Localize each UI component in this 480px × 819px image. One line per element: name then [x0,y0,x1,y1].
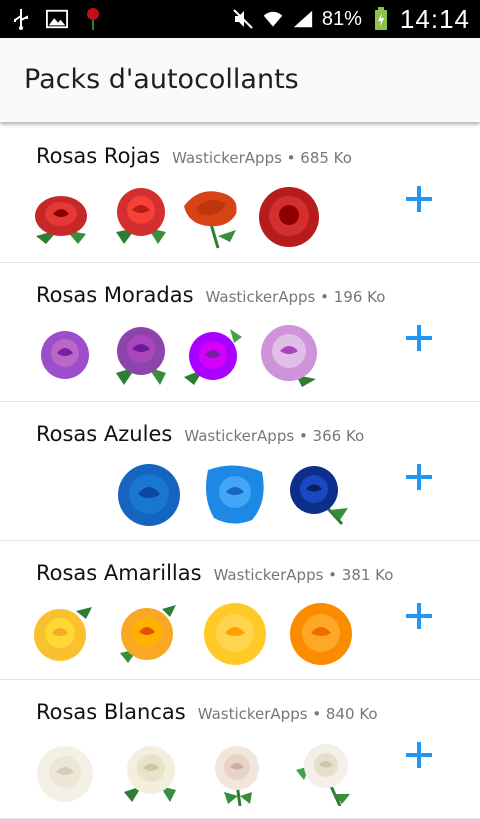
rose-sticker [296,744,350,806]
rose-sticker [41,331,89,379]
clock: 14:14 [399,3,470,34]
sticker-pack-row[interactable]: Rosas Azules WastickerApps • 366 Ko [0,402,480,541]
rose-sticker [116,327,166,385]
sticker-pack-row[interactable]: Rosas Amarillas WastickerApps • 381 Ko [0,541,480,680]
add-pack-button[interactable] [406,464,432,490]
rose-sticker [204,603,266,665]
image-icon [46,8,68,30]
rose-sticker [118,464,180,526]
pack-meta: WastickerApps • 840 Ko [197,705,378,723]
sticker-pack-row[interactable]: Rosas Moradas WastickerApps • 196 Ko [0,263,480,402]
rose-sticker [290,603,352,665]
sticker-pack-row[interactable]: Rosas Rojas WastickerApps • 685 Ko [0,124,480,263]
pack-name: Rosas Azules [36,422,173,446]
app-bar: Packs d'autocollants [0,38,480,122]
wifi-icon [262,8,284,30]
pack-header: Rosas Azules WastickerApps • 366 Ko [36,422,364,446]
sticker-pack-row[interactable]: Rosas Blancas WastickerApps • 840 Ko [0,680,480,819]
page-title: Packs d'autocollants [24,64,299,95]
pack-name: Rosas Amarillas [36,561,202,585]
pack-meta: WastickerApps • 366 Ko [184,427,365,445]
pack-name: Rosas Moradas [36,283,194,307]
rose-sticker [206,465,264,524]
pack-name: Rosas Blancas [36,700,186,724]
add-pack-button[interactable] [406,325,432,351]
pack-name: Rosas Rojas [36,144,161,168]
signal-icon [292,8,314,30]
add-pack-button[interactable] [406,186,432,212]
system-icons: 81% 14:14 [232,0,470,38]
add-pack-button[interactable] [406,742,432,768]
pack-meta: WastickerApps • 196 Ko [205,288,386,306]
notification-icons [10,0,104,38]
sticker-pack-list: Rosas Rojas WastickerApps • 685 Ko Rosas… [0,124,480,819]
battery-percent: 81% [321,7,362,30]
pack-header: Rosas Amarillas WastickerApps • 381 Ko [36,561,393,585]
rose-sticker [261,325,317,387]
pack-header: Rosas Moradas WastickerApps • 196 Ko [36,283,385,307]
rose-sticker [290,466,348,526]
rose-notification-icon [82,8,104,30]
rose-sticker [37,746,93,802]
rose-sticker [124,746,176,802]
rose-sticker [35,196,87,244]
add-pack-button[interactable] [406,603,432,629]
rose-sticker [34,607,92,661]
rose-sticker [259,187,319,247]
rose-sticker [184,329,242,385]
pack-meta: WastickerApps • 381 Ko [213,566,394,584]
pack-meta: WastickerApps • 685 Ko [172,149,352,167]
rose-sticker [184,191,237,249]
status-bar: 81% 14:14 [0,0,480,38]
usb-icon [10,8,32,30]
pack-header: Rosas Blancas WastickerApps • 840 Ko [36,700,378,724]
rose-sticker [215,746,259,806]
pack-header: Rosas Rojas WastickerApps • 685 Ko [36,144,352,168]
mute-icon [232,8,254,30]
battery-icon [370,7,392,30]
rose-sticker [120,605,176,663]
rose-sticker [116,188,166,244]
